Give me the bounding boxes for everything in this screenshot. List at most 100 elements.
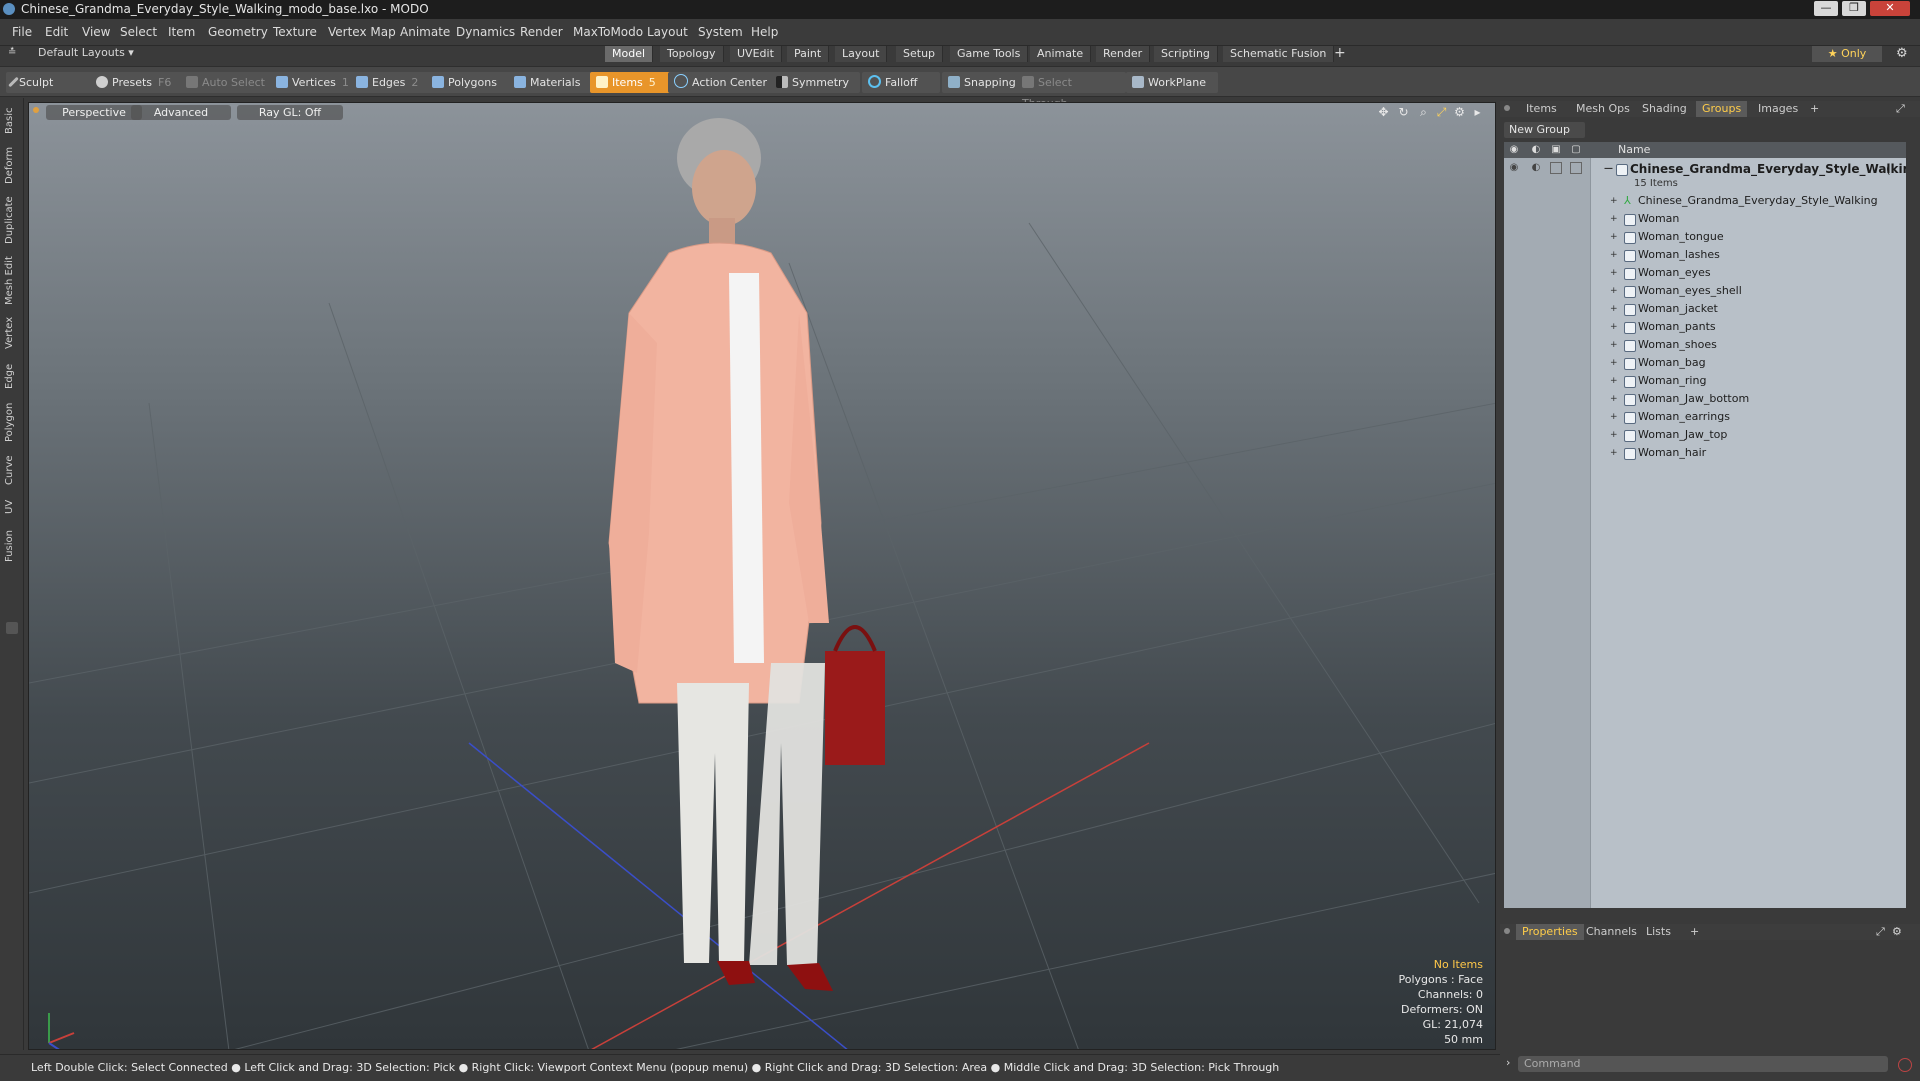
menu-item[interactable]: Item bbox=[168, 25, 195, 39]
tab-animate[interactable]: Animate bbox=[1030, 46, 1092, 62]
left-tab-curve[interactable]: Curve bbox=[4, 452, 20, 488]
tree-item[interactable]: + Woman_bag bbox=[1504, 354, 1906, 372]
action-center-button[interactable]: Action Center bbox=[668, 72, 776, 93]
name-column-header[interactable]: Name bbox=[1618, 142, 1650, 158]
tree-item[interactable]: + Woman_shoes bbox=[1504, 336, 1906, 354]
perspective-view-button[interactable]: Perspective bbox=[46, 105, 142, 120]
properties-settings-icon[interactable]: ⚙ bbox=[1892, 925, 1902, 938]
3d-viewport[interactable]: Perspective Advanced Ray GL: Off ✥ ↻ ⌕ ⤢… bbox=[28, 102, 1496, 1050]
tree-item[interactable]: + Woman_Jaw_top bbox=[1504, 426, 1906, 444]
tree-item[interactable]: + Woman_tongue bbox=[1504, 228, 1906, 246]
tab-channels[interactable]: Channels bbox=[1580, 924, 1643, 940]
group-render-icon[interactable]: ◐ bbox=[1530, 162, 1542, 174]
raygl-toggle-button[interactable]: Ray GL: Off bbox=[237, 105, 343, 120]
zoom-icon[interactable]: ⌕ bbox=[1417, 106, 1430, 119]
left-tab-vertex[interactable]: Vertex bbox=[4, 314, 20, 352]
expand-icon[interactable]: + bbox=[1610, 426, 1618, 444]
vertices-mode-button[interactable]: Vertices 1 bbox=[270, 72, 362, 93]
expand-icon[interactable]: + bbox=[1610, 210, 1618, 228]
symmetry-button[interactable]: Symmetry bbox=[770, 72, 860, 93]
tab-game-tools[interactable]: Game Tools bbox=[950, 46, 1029, 62]
tab-shading[interactable]: Shading bbox=[1636, 101, 1693, 117]
tab-mesh-ops[interactable]: Mesh Ops bbox=[1570, 101, 1636, 117]
command-history-icon[interactable] bbox=[1898, 1058, 1912, 1072]
tab-paint[interactable]: Paint bbox=[787, 46, 830, 62]
add-tab-button[interactable]: + bbox=[1334, 45, 1346, 61]
panel-menu-dot-icon[interactable] bbox=[1504, 105, 1510, 111]
default-layouts-dropdown[interactable]: Default Layouts ▾ bbox=[38, 46, 134, 59]
panel-expand-icon[interactable]: ⤢ bbox=[1896, 102, 1905, 116]
menu-layout[interactable]: Layout bbox=[647, 25, 688, 39]
expand-icon[interactable]: + bbox=[1610, 408, 1618, 426]
group-visibility-eye-icon[interactable]: ◉ bbox=[1508, 162, 1520, 174]
menu-maxtomodo[interactable]: MaxToModo bbox=[573, 25, 643, 39]
tab-layout[interactable]: Layout bbox=[835, 46, 888, 62]
tree-item[interactable]: + Woman bbox=[1504, 210, 1906, 228]
tab-groups[interactable]: Groups bbox=[1696, 101, 1748, 117]
left-tab-mesh-edit[interactable]: Mesh Edit bbox=[4, 254, 20, 308]
expand-icon[interactable]: + bbox=[1610, 336, 1618, 354]
expand-icon[interactable]: + bbox=[1610, 444, 1618, 462]
menu-animate[interactable]: Animate bbox=[400, 25, 450, 39]
close-button[interactable]: ✕ bbox=[1870, 1, 1910, 16]
command-input[interactable]: Command bbox=[1518, 1056, 1888, 1072]
settings-gear-icon[interactable]: ⚙ bbox=[1896, 46, 1908, 61]
left-tab-duplicate[interactable]: Duplicate bbox=[4, 194, 20, 246]
edges-mode-button[interactable]: Edges 2 bbox=[350, 72, 438, 93]
only-toggle-button[interactable]: ★ Only bbox=[1812, 46, 1882, 62]
maximize-view-icon[interactable]: ⤢ bbox=[1435, 106, 1448, 119]
expand-icon[interactable]: + bbox=[1610, 264, 1618, 282]
layout-menu-icon[interactable]: ≛ bbox=[8, 47, 16, 58]
expand-icon[interactable]: + bbox=[1610, 300, 1618, 318]
menu-edit[interactable]: Edit bbox=[45, 25, 68, 39]
menu-geometry[interactable]: Geometry bbox=[208, 25, 268, 39]
group-collapse-icon[interactable]: — bbox=[1604, 160, 1613, 178]
expand-icon[interactable]: + bbox=[1610, 246, 1618, 264]
left-panel-toggle-icon[interactable] bbox=[6, 622, 18, 634]
materials-mode-button[interactable]: Materials bbox=[508, 72, 600, 93]
menu-texture[interactable]: Texture bbox=[273, 25, 317, 39]
workplane-button[interactable]: WorkPlane bbox=[1126, 72, 1218, 93]
viewport-menu-dot-icon[interactable] bbox=[33, 107, 39, 113]
left-tab-uv[interactable]: UV bbox=[4, 496, 20, 518]
tree-item[interactable]: + Woman_hair bbox=[1504, 444, 1906, 462]
menu-help[interactable]: Help bbox=[751, 25, 778, 39]
shading-mode-button[interactable]: Advanced bbox=[131, 105, 231, 120]
tab-items[interactable]: Items bbox=[1520, 101, 1563, 117]
auto-select-button[interactable]: Auto Select bbox=[180, 72, 278, 93]
menu-vertex-map[interactable]: Vertex Map bbox=[328, 25, 396, 39]
tab-setup[interactable]: Setup bbox=[896, 46, 944, 62]
new-group-button[interactable]: New Group bbox=[1504, 122, 1585, 138]
tree-item[interactable]: + Woman_ring bbox=[1504, 372, 1906, 390]
select-through-button[interactable]: Select Through bbox=[1016, 72, 1126, 110]
menu-select[interactable]: Select bbox=[120, 25, 157, 39]
presets-button[interactable]: Presets F6 bbox=[90, 72, 184, 93]
render-column-icon[interactable]: ◐ bbox=[1530, 144, 1542, 156]
tree-item[interactable]: + Woman_eyes bbox=[1504, 264, 1906, 282]
menu-system[interactable]: System bbox=[698, 25, 743, 39]
properties-menu-dot-icon[interactable] bbox=[1504, 928, 1510, 934]
snapping-button[interactable]: Snapping bbox=[942, 72, 1024, 93]
expand-icon[interactable]: + bbox=[1610, 354, 1618, 372]
add-panel-tab-button[interactable]: + bbox=[1804, 101, 1825, 117]
minimize-button[interactable]: — bbox=[1814, 1, 1838, 16]
add-properties-tab-button[interactable]: + bbox=[1684, 924, 1705, 940]
tree-item[interactable]: + Woman_earrings bbox=[1504, 408, 1906, 426]
group-select-checkbox[interactable] bbox=[1570, 162, 1582, 174]
menu-view[interactable]: View bbox=[82, 25, 110, 39]
tree-item[interactable]: + Woman_lashes bbox=[1504, 246, 1906, 264]
viewport-expand-arrow-icon[interactable]: ▸ bbox=[1471, 106, 1484, 119]
items-mode-button[interactable]: Items 5 bbox=[590, 72, 674, 93]
lock-column-icon[interactable]: ▣ bbox=[1550, 144, 1562, 156]
tree-item[interactable]: + Woman_Jaw_bottom bbox=[1504, 390, 1906, 408]
tab-model[interactable]: Model bbox=[605, 46, 654, 62]
tab-scripting[interactable]: Scripting bbox=[1154, 46, 1218, 62]
visibility-column-eye-icon[interactable]: ◉ bbox=[1508, 144, 1520, 156]
left-tab-polygon[interactable]: Polygon bbox=[4, 400, 20, 444]
menu-render[interactable]: Render bbox=[520, 25, 563, 39]
tab-properties[interactable]: Properties bbox=[1516, 924, 1584, 940]
properties-expand-icon[interactable]: ⤢ bbox=[1876, 925, 1885, 939]
expand-icon[interactable]: + bbox=[1610, 192, 1618, 210]
left-tab-edge[interactable]: Edge bbox=[4, 360, 20, 392]
expand-icon[interactable]: + bbox=[1610, 228, 1618, 246]
